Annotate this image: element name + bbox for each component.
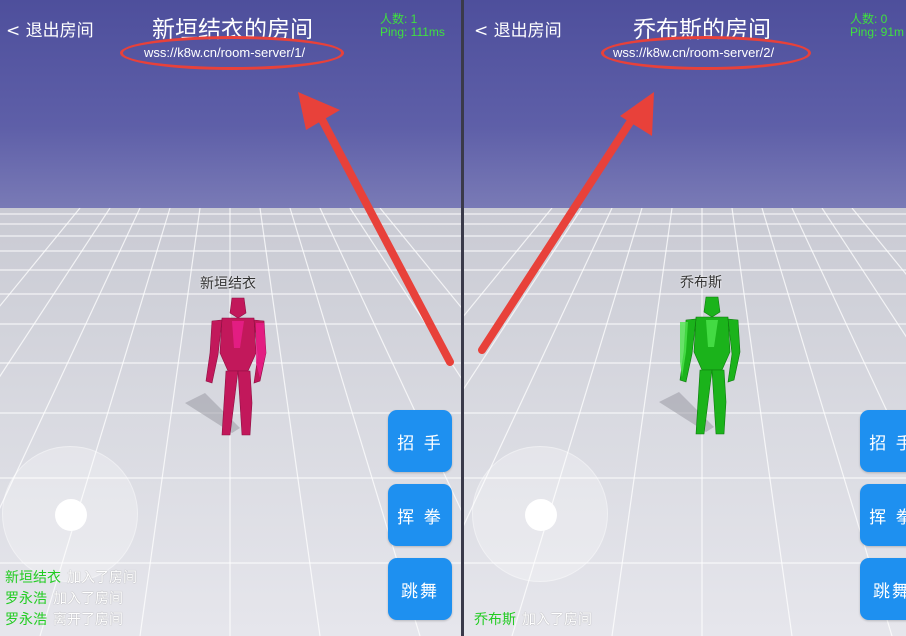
room-pane-left: < 退出房间 新垣结衣的房间 wss://k8w.cn/room-server/…: [0, 0, 461, 636]
wave-button[interactable]: 招 手: [860, 410, 906, 472]
log-entry: 罗永浩 离开了房间: [5, 612, 123, 628]
room-server-url: wss://k8w.cn/room-server/2/: [613, 45, 775, 60]
event-log: 乔布斯 加入了房间: [474, 610, 592, 631]
event-log: 新垣结衣 加入了房间 罗永浩 加入了房间 罗永浩 离开了房间: [5, 568, 137, 631]
joystick-knob[interactable]: [55, 499, 87, 531]
log-entry: 新垣结衣 加入了房间: [5, 570, 137, 586]
movement-joystick[interactable]: [2, 446, 138, 582]
exit-room-button[interactable]: < 退出房间: [6, 16, 94, 41]
ping-readout: Ping: 91m: [850, 25, 905, 39]
room-stats: 人数: 1 Ping: 111ms: [380, 13, 445, 39]
player-character-figure: [185, 297, 267, 436]
room-stats: 人数: 0 Ping: 91m: [850, 13, 904, 39]
wave-button[interactable]: 招 手: [388, 410, 452, 472]
movement-joystick[interactable]: [472, 446, 608, 582]
character-name-label: 乔布斯: [680, 275, 722, 291]
dance-button[interactable]: 跳舞: [388, 558, 452, 620]
ping-readout: Ping: 111ms: [380, 25, 445, 39]
exit-room-button[interactable]: < 退出房间: [474, 16, 562, 41]
room-pane-right: < 退出房间 乔布斯的房间 wss://k8w.cn/room-server/2…: [464, 0, 906, 636]
dance-button[interactable]: 跳舞: [860, 558, 906, 620]
punch-button[interactable]: 挥 拳: [388, 484, 452, 546]
punch-button[interactable]: 挥 拳: [860, 484, 906, 546]
log-entry: 罗永浩 加入了房间: [5, 591, 123, 607]
joystick-knob[interactable]: [525, 499, 557, 531]
log-entry: 乔布斯 加入了房间: [474, 612, 592, 628]
player-character-figure: [659, 296, 741, 435]
room-server-url: wss://k8w.cn/room-server/1/: [144, 45, 306, 60]
character-name-label: 新垣结衣: [200, 276, 256, 292]
